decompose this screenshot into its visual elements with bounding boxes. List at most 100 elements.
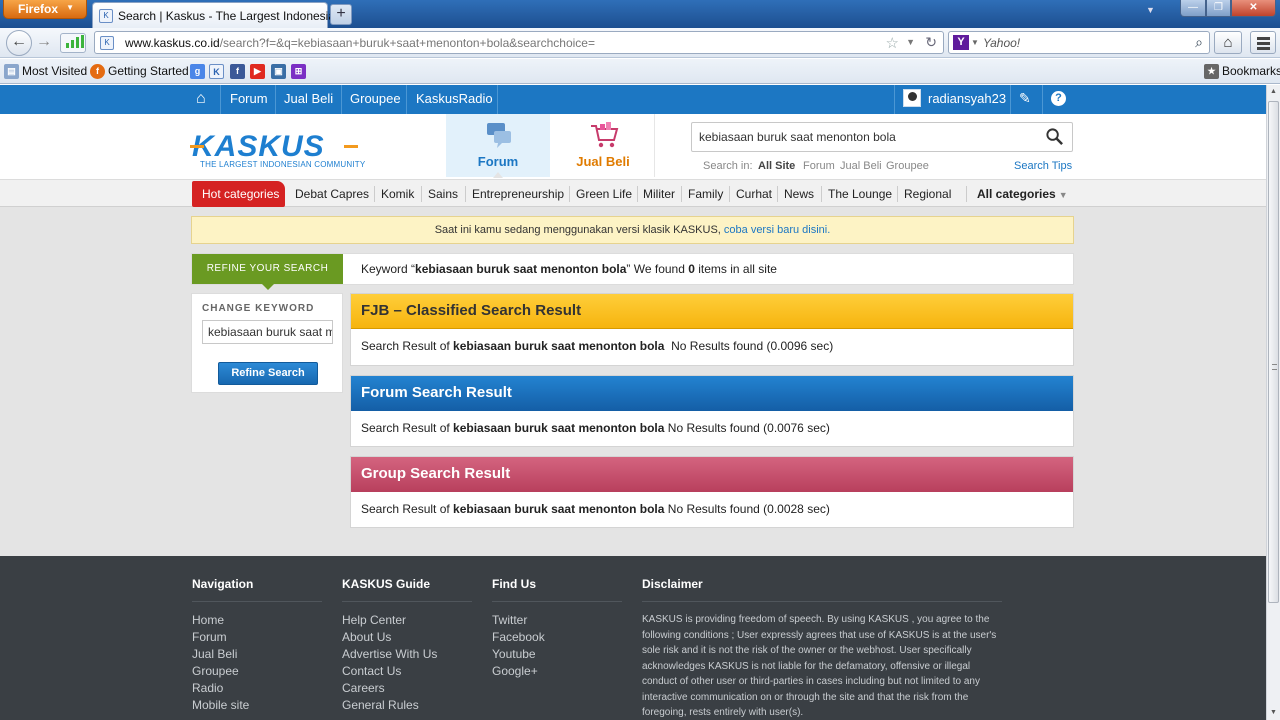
new-tab-button[interactable]: +	[330, 4, 352, 25]
site-search-value: kebiasaan buruk saat menonton bola	[699, 130, 896, 144]
fjb-result-body: Search Result of kebiasaan buruk saat me…	[361, 339, 834, 353]
header-tab-jual-beli-label: Jual Beli	[576, 154, 630, 169]
header-tab-jual-beli[interactable]: Jual Beli	[551, 114, 655, 177]
page-viewport: ⌂ Forum Jual Beli Groupee KaskusRadio ra…	[0, 85, 1266, 720]
footer-link-about-us[interactable]: About Us	[342, 629, 472, 646]
footer-link-careers[interactable]: Careers	[342, 680, 472, 697]
footer-link-advertise[interactable]: Advertise With Us	[342, 646, 472, 663]
windows-bookmark-icon[interactable]: ⊞	[291, 64, 306, 79]
header-tab-forum[interactable]: Forum	[446, 114, 550, 177]
photo-bookmark-icon[interactable]: ▣	[271, 64, 286, 79]
search-icon[interactable]	[1045, 127, 1064, 146]
footer-link-youtube[interactable]: Youtube	[492, 646, 622, 663]
all-categories-dropdown[interactable]: All categories ▼	[977, 187, 1068, 201]
browser-search-placeholder: Yahoo!	[983, 36, 1021, 50]
firefox-menu-button[interactable]: Firefox ▼	[3, 0, 87, 19]
category-sains[interactable]: Sains	[428, 187, 458, 201]
google-bookmark-icon[interactable]: g	[190, 64, 205, 79]
header-tab-forum-label: Forum	[477, 154, 519, 169]
category-news[interactable]: News	[784, 187, 814, 201]
footer-guide-heading: KASKUS Guide	[342, 577, 472, 602]
scroll-down-arrow-icon[interactable]: ▼	[1267, 706, 1280, 720]
refine-your-search-tab[interactable]: REFINE YOUR SEARCH	[192, 254, 343, 290]
category-family[interactable]: Family	[688, 187, 723, 201]
back-button[interactable]: ←	[6, 30, 32, 56]
scrollbar-thumb[interactable]	[1268, 101, 1279, 603]
browser-search-bar[interactable]: Y ▼ Yahoo! ⌕	[948, 31, 1210, 54]
footer-link-general-rules[interactable]: General Rules	[342, 697, 472, 714]
shopping-cart-icon	[591, 122, 619, 148]
category-green-life[interactable]: Green Life	[576, 187, 632, 201]
firefox-icon: f	[90, 64, 105, 79]
topnav-jual-beli[interactable]: Jual Beli	[284, 91, 333, 106]
category-regional[interactable]: Regional	[904, 187, 951, 201]
topnav-kaskusradio[interactable]: KaskusRadio	[416, 91, 493, 106]
yahoo-engine-icon[interactable]: Y	[953, 35, 969, 50]
avatar[interactable]	[903, 89, 921, 107]
category-entrepreneurship[interactable]: Entrepreneurship	[472, 187, 564, 201]
topnav-groupee[interactable]: Groupee	[350, 91, 401, 106]
category-debat-capres[interactable]: Debat Capres	[295, 187, 369, 201]
tab-title: Search | Kaskus - The Largest Indonesian…	[118, 9, 352, 23]
youtube-bookmark-icon[interactable]: ▶	[250, 64, 265, 79]
url-history-dropdown-icon[interactable]: ▼	[906, 37, 915, 47]
footer-link-contact-us[interactable]: Contact Us	[342, 663, 472, 680]
home-button[interactable]: ⌂	[1214, 31, 1242, 54]
logo-wordmark: KASKUS	[192, 130, 325, 163]
footer-link-twitter[interactable]: Twitter	[492, 612, 622, 629]
search-scope-forum[interactable]: Forum	[803, 160, 835, 172]
bookmark-most-visited[interactable]: Most Visited	[22, 64, 87, 78]
footer-link-jual-beli[interactable]: Jual Beli	[192, 646, 322, 663]
footer-find-us-heading: Find Us	[492, 577, 622, 602]
kaskus-bookmark-icon[interactable]: K	[209, 64, 224, 79]
kaskus-logo[interactable]: KASKUS THE LARGEST INDONESIAN COMMUNITY	[190, 130, 365, 169]
search-scope-jual-beli[interactable]: Jual Beli	[840, 160, 882, 172]
footer-link-groupee[interactable]: Groupee	[192, 663, 322, 680]
search-scope-groupee[interactable]: Groupee	[886, 160, 929, 172]
bookmark-star-icon[interactable]: ☆	[886, 34, 899, 52]
footer-link-radio[interactable]: Radio	[192, 680, 322, 697]
footer-link-help-center[interactable]: Help Center	[342, 612, 472, 629]
search-tips-link[interactable]: Search Tips	[1014, 160, 1072, 172]
category-komik[interactable]: Komik	[381, 187, 414, 201]
page-scrollbar[interactable]: ▲ ▼	[1266, 85, 1280, 720]
footer-link-facebook[interactable]: Facebook	[492, 629, 622, 646]
new-version-link[interactable]: coba versi baru disini.	[724, 224, 830, 236]
footer-link-forum[interactable]: Forum	[192, 629, 322, 646]
url-bar[interactable]: K www.kaskus.co.id/search?f=&q=kebiasaan…	[94, 31, 944, 54]
category-militer[interactable]: Militer	[643, 187, 675, 201]
search-scope-all-site[interactable]: All Site	[758, 160, 795, 172]
home-icon[interactable]: ⌂	[196, 90, 206, 108]
hot-categories-tab[interactable]: Hot categories	[192, 181, 285, 207]
reload-icon[interactable]: ↻	[925, 34, 937, 51]
topnav-forum[interactable]: Forum	[230, 91, 268, 106]
chevron-down-icon: ▼	[1058, 190, 1068, 200]
bookmark-getting-started[interactable]: Getting Started	[108, 64, 189, 78]
facebook-bookmark-icon[interactable]: f	[230, 64, 245, 79]
footer-link-mobile-site[interactable]: Mobile site	[192, 697, 322, 714]
category-curhat[interactable]: Curhat	[736, 187, 772, 201]
maximize-button[interactable]: ❐	[1206, 0, 1231, 17]
browser-tab-active[interactable]: K Search | Kaskus - The Largest Indonesi…	[92, 2, 352, 28]
site-identity-icon[interactable]: K	[100, 36, 114, 50]
downloads-menu-button[interactable]	[1250, 31, 1276, 54]
forward-button[interactable]: →	[32, 31, 56, 55]
tab-list-icon[interactable]: ▼	[1146, 5, 1155, 15]
scroll-up-arrow-icon[interactable]: ▲	[1267, 85, 1280, 99]
category-the-lounge[interactable]: The Lounge	[828, 187, 892, 201]
signal-bars-icon[interactable]	[60, 33, 86, 53]
bookmarks-menu[interactable]: Bookmarks	[1222, 64, 1280, 78]
close-window-button[interactable]: ✕	[1231, 0, 1276, 17]
footer-disclaimer: Disclaimer KASKUS is providing freedom o…	[642, 577, 1002, 720]
minimize-button[interactable]: —	[1180, 0, 1206, 17]
engine-dropdown-icon[interactable]: ▼	[971, 38, 979, 47]
search-icon[interactable]: ⌕	[1195, 34, 1203, 51]
refine-search-button[interactable]: Refine Search	[218, 362, 318, 385]
footer-link-home[interactable]: Home	[192, 612, 322, 629]
change-keyword-input[interactable]: kebiasaan buruk saat menonton bola	[202, 320, 333, 344]
pencil-icon[interactable]: ✎	[1019, 90, 1031, 107]
footer-link-google-plus[interactable]: Google+	[492, 663, 622, 680]
site-search-input[interactable]: kebiasaan buruk saat menonton bola	[691, 122, 1073, 152]
help-icon[interactable]: ?	[1051, 91, 1066, 106]
username-link[interactable]: radiansyah23	[928, 91, 1006, 106]
